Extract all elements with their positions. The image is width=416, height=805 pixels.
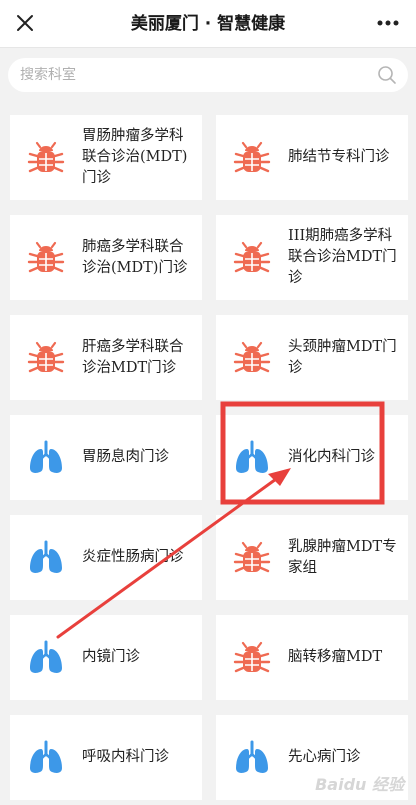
- department-card[interactable]: 消化内科门诊: [216, 415, 408, 500]
- department-label: 胃肠肿瘤多学科联合诊治(MDT)门诊: [82, 128, 188, 186]
- department-card[interactable]: 胃肠息肉门诊: [10, 415, 202, 500]
- department-grid: 胃肠肿瘤多学科联合诊治(MDT)门诊 肺结节专科门诊肺癌多学科联合诊治(MDT)门…: [10, 115, 408, 800]
- lung-icon: [26, 538, 66, 578]
- search-bar: [0, 48, 416, 104]
- close-button[interactable]: [10, 8, 40, 38]
- lung-icon: [26, 638, 66, 678]
- department-label: III期肺癌多学科联合诊治MDT门诊: [288, 228, 397, 286]
- department-card[interactable]: 胃肠肿瘤多学科联合诊治(MDT)门诊: [10, 115, 202, 200]
- top-bar: 美丽厦门 · 智慧健康: [0, 0, 416, 48]
- department-card[interactable]: 肝癌多学科联合诊治MDT门诊: [10, 315, 202, 400]
- department-label: 乳腺肿瘤MDT专家组: [288, 538, 397, 576]
- bug-icon: [26, 338, 66, 378]
- bug-icon: [26, 238, 66, 278]
- bug-icon: [232, 338, 272, 378]
- department-label: 炎症性肠病门诊: [82, 549, 184, 565]
- page-title: 美丽厦门 · 智慧健康: [130, 14, 286, 34]
- department-label: 肺结节专科门诊: [288, 149, 390, 165]
- search-icon[interactable]: [376, 64, 398, 86]
- department-label: 脑转移瘤MDT: [288, 649, 383, 665]
- department-card[interactable]: 乳腺肿瘤MDT专家组: [216, 515, 408, 600]
- bug-icon: [232, 138, 272, 178]
- watermark: Baidu 经验: [315, 775, 404, 794]
- department-label: 胃肠息肉门诊: [82, 449, 169, 465]
- lung-icon: [26, 738, 66, 778]
- department-card[interactable]: 内镜门诊: [10, 615, 202, 700]
- department-label: 呼吸内科门诊: [82, 749, 169, 765]
- department-card[interactable]: 炎症性肠病门诊: [10, 515, 202, 600]
- department-card[interactable]: 肺结节专科门诊: [216, 115, 408, 200]
- search-box[interactable]: [8, 58, 408, 92]
- more-icon: [377, 20, 399, 26]
- lung-icon: [232, 738, 272, 778]
- department-card[interactable]: 呼吸内科门诊: [10, 715, 202, 800]
- lung-icon: [232, 438, 272, 478]
- department-card[interactable]: III期肺癌多学科联合诊治MDT门诊: [216, 215, 408, 300]
- department-card[interactable]: 脑转移瘤MDT: [216, 615, 408, 700]
- close-icon: [17, 15, 33, 31]
- bug-icon: [232, 238, 272, 278]
- more-button[interactable]: [370, 8, 406, 38]
- lung-icon: [26, 438, 66, 478]
- search-input[interactable]: [20, 58, 360, 92]
- department-card[interactable]: 头颈肿瘤MDT门诊: [216, 315, 408, 400]
- department-label: 肝癌多学科联合诊治MDT门诊: [82, 338, 184, 376]
- department-label: 内镜门诊: [82, 649, 140, 665]
- department-label: 头颈肿瘤MDT门诊: [288, 338, 397, 376]
- bug-icon: [232, 538, 272, 578]
- bug-icon: [26, 138, 66, 178]
- department-label: 肺癌多学科联合诊治(MDT)门诊: [82, 238, 188, 276]
- department-label: 消化内科门诊: [288, 449, 375, 465]
- department-label: 先心病门诊: [288, 749, 361, 765]
- bug-icon: [232, 638, 272, 678]
- department-card[interactable]: 肺癌多学科联合诊治(MDT)门诊: [10, 215, 202, 300]
